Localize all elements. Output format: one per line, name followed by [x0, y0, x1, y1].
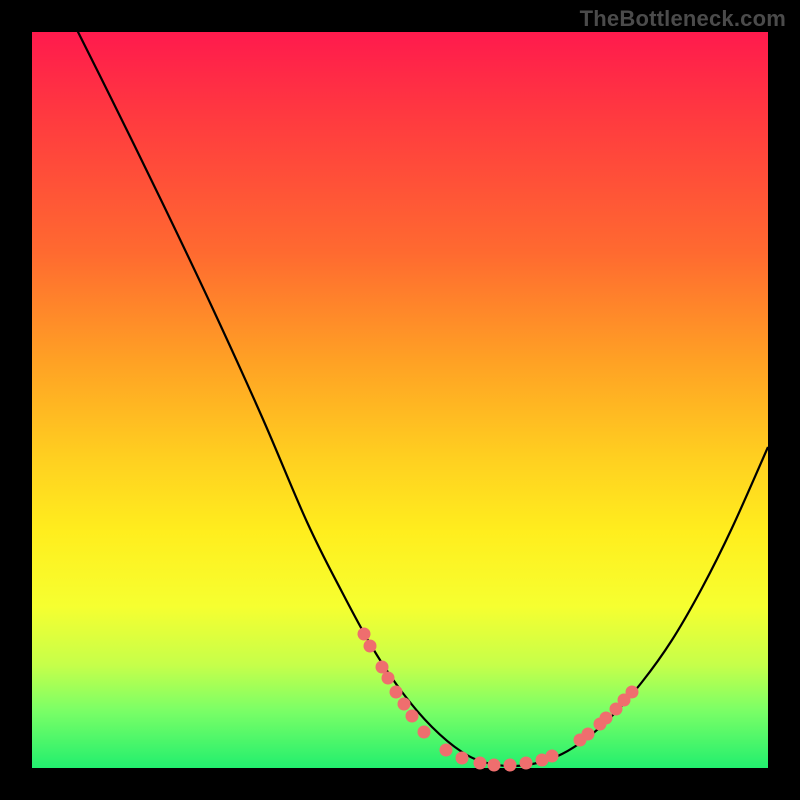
curve-marker — [582, 728, 595, 741]
plot-area — [32, 32, 768, 768]
curve-marker — [440, 744, 453, 757]
curve-marker — [406, 710, 419, 723]
curve-marker — [376, 661, 389, 674]
curve-marker — [488, 759, 501, 772]
curve-marker — [520, 757, 533, 770]
chart-frame: TheBottleneck.com — [0, 0, 800, 800]
curve-marker — [358, 628, 371, 641]
curve-marker — [600, 712, 613, 725]
curve-marker — [626, 686, 639, 699]
curve-marker — [418, 726, 431, 739]
watermark-text: TheBottleneck.com — [580, 6, 786, 32]
curve-marker — [382, 672, 395, 685]
curve-marker — [504, 759, 517, 772]
curve-marker — [546, 750, 559, 763]
curve-marker — [390, 686, 403, 699]
curve-marker — [474, 757, 487, 770]
curve-marker — [456, 752, 469, 765]
curve-marker — [364, 640, 377, 653]
curve-line — [64, 4, 768, 766]
bottleneck-curve — [32, 32, 768, 768]
curve-marker — [398, 698, 411, 711]
curve-markers — [358, 628, 639, 772]
